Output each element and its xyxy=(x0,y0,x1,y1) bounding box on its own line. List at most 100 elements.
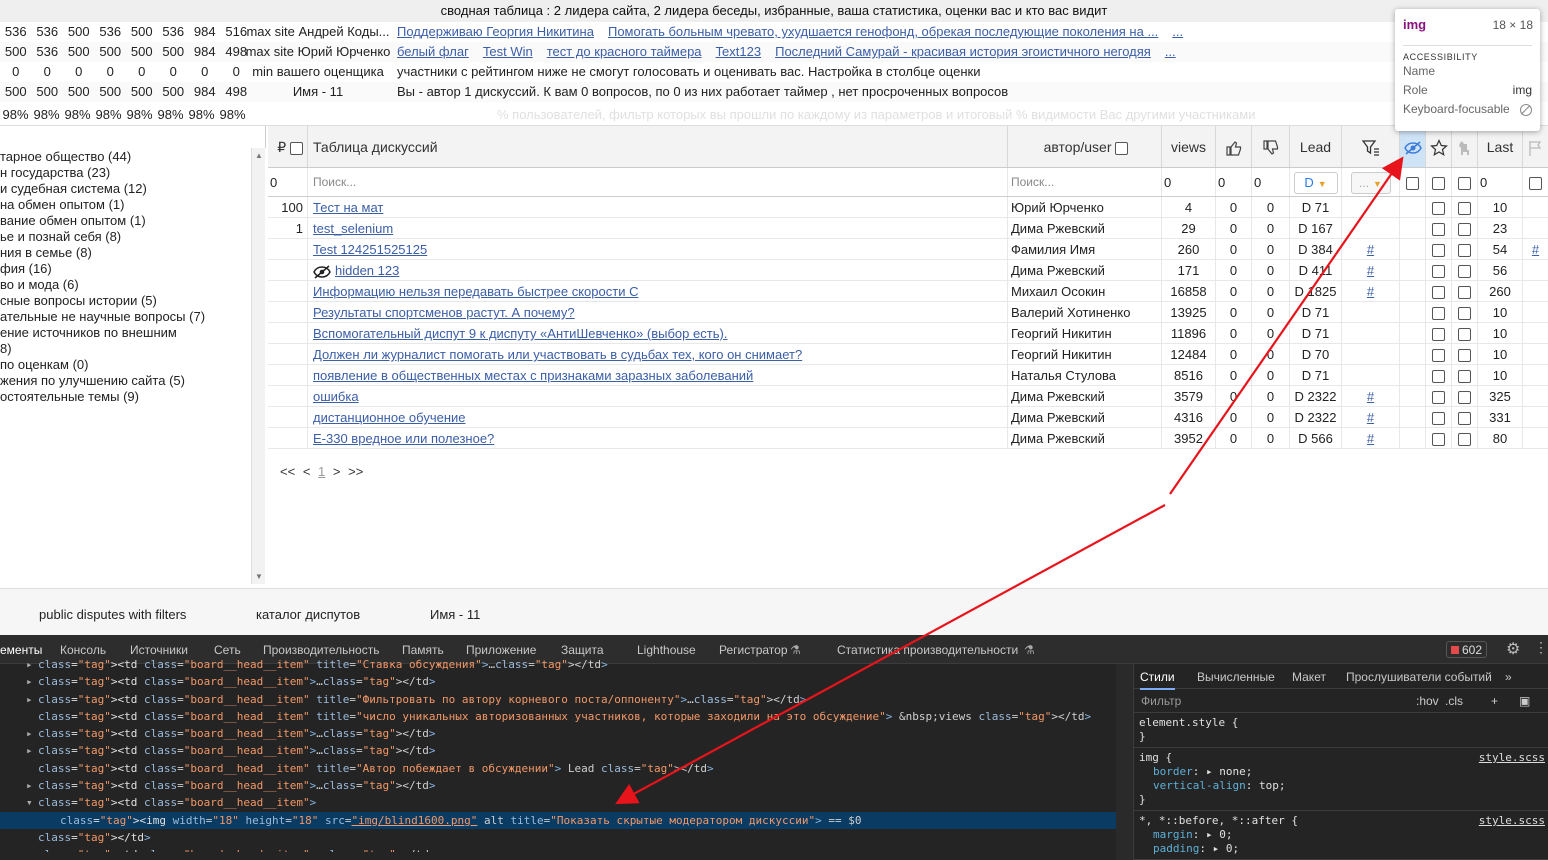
category-item[interactable]: вание обмен опытом (1) xyxy=(0,213,264,229)
current-page-link[interactable]: 1 xyxy=(318,464,325,479)
scroll-down-icon[interactable]: ▼ xyxy=(255,572,263,581)
gear-icon[interactable]: ⚙ xyxy=(1506,639,1520,659)
author-filter-checkbox[interactable] xyxy=(1115,141,1129,155)
lead-filter-select[interactable]: D ▼ xyxy=(1293,172,1338,194)
flag-icon[interactable] xyxy=(1527,139,1545,157)
rating-filter-input[interactable]: 0 xyxy=(268,168,308,196)
paint-icon[interactable]: ▣ xyxy=(1519,689,1530,713)
expand-icon[interactable]: ▸ xyxy=(26,673,33,690)
category-item[interactable]: ье и познай себя (8) xyxy=(0,229,264,245)
like-header[interactable] xyxy=(1216,126,1252,167)
tab-layout[interactable]: Макет xyxy=(1292,670,1326,684)
first-page-link[interactable]: << xyxy=(280,464,295,479)
expand-icon[interactable]: ▸ xyxy=(26,691,33,708)
discussion-link[interactable]: test_selenium xyxy=(313,221,393,236)
discussion-search-input[interactable]: Поиск... xyxy=(308,168,1008,196)
views-filter-input[interactable]: 0 xyxy=(1162,168,1216,196)
category-item[interactable]: на обмен опытом (1) xyxy=(0,197,264,213)
tab-security[interactable]: Защита xyxy=(561,643,604,657)
likes-filter-input[interactable]: 0 xyxy=(1216,168,1252,196)
tab-public-disputes[interactable]: public disputes with filters xyxy=(39,607,186,622)
category-item[interactable]: по оценкам (0) xyxy=(0,357,264,373)
category-item[interactable]: ение источников по внешним xyxy=(0,325,264,341)
tab-performance-insights[interactable]: Статистика производительности xyxy=(837,643,1018,657)
discussion-link[interactable]: дистанционное обучение xyxy=(313,410,466,425)
category-item[interactable]: во и мода (6) xyxy=(0,277,264,293)
dog-row-checkbox[interactable] xyxy=(1458,307,1471,321)
favorite-checkbox[interactable] xyxy=(1432,391,1445,405)
stat-discussion-link[interactable]: тест до красного таймера xyxy=(547,44,702,59)
stat-discussion-link[interactable]: ... xyxy=(1172,24,1183,39)
last-page-link[interactable]: >> xyxy=(348,464,363,479)
category-scrollbar[interactable]: ▲ ▼ xyxy=(251,148,265,584)
issues-badge[interactable]: 602 xyxy=(1446,641,1488,658)
dog-row-checkbox[interactable] xyxy=(1458,391,1471,405)
dog-row-checkbox[interactable] xyxy=(1458,265,1471,279)
prev-page-link[interactable]: < xyxy=(303,464,311,479)
star-icon[interactable] xyxy=(1429,139,1448,157)
tab-network[interactable]: Сеть xyxy=(214,643,241,657)
next-page-link[interactable]: > xyxy=(333,464,341,479)
category-item[interactable]: сные вопросы истории (5) xyxy=(0,293,264,309)
dom-tree-scrollbar[interactable] xyxy=(1116,664,1133,860)
dog-row-checkbox[interactable] xyxy=(1458,244,1471,258)
dom-node-line[interactable]: ▸ class="tag"><td class="board__head__ite… xyxy=(0,742,1116,759)
img-style-rule[interactable]: img { style.scss border: ▸ none; vertica… xyxy=(1134,748,1548,811)
expand-icon[interactable]: ▸ xyxy=(26,777,33,794)
discussion-link[interactable]: Вспомогательный диспут 9 к диспуту «Анти… xyxy=(313,326,727,341)
category-item[interactable]: остоятельные темы (9) xyxy=(0,389,264,405)
scroll-up-icon[interactable]: ▲ xyxy=(255,151,263,160)
dog-row-checkbox[interactable] xyxy=(1458,223,1471,237)
favorite-checkbox[interactable] xyxy=(1432,433,1445,447)
tab-memory[interactable]: Память xyxy=(402,643,444,657)
dom-tree[interactable]: ▸ class="tag"><td class="board__head__ite… xyxy=(0,656,1116,852)
expand-icon[interactable]: ▸ xyxy=(26,846,33,852)
favorite-checkbox[interactable] xyxy=(1432,412,1445,426)
discussion-link[interactable]: Результаты спортсменов растут. А почему? xyxy=(313,305,575,320)
dom-node-line[interactable]: class="tag"><td class="board__head__item… xyxy=(0,708,1116,725)
expand-icon[interactable]: ▸ xyxy=(26,656,33,673)
favorite-checkbox[interactable] xyxy=(1432,370,1445,384)
tab-performance[interactable]: Производительность xyxy=(263,643,379,657)
stat-discussion-link[interactable]: Поддерживаю Георгия Никитина xyxy=(397,24,594,39)
dom-node-line[interactable]: ▸ class="tag"><td class="board__head__ite… xyxy=(0,777,1116,794)
tab-styles[interactable]: Стили xyxy=(1140,670,1175,690)
dog-icon[interactable] xyxy=(1456,139,1474,157)
hash-link[interactable]: # xyxy=(1532,242,1539,257)
flag-checkbox[interactable] xyxy=(1529,177,1542,191)
hash-link[interactable]: # xyxy=(1367,242,1374,257)
tab-elements[interactable]: ементы xyxy=(0,643,42,657)
select-all-checkbox[interactable] xyxy=(290,141,303,155)
expand-icon[interactable]: ▸ xyxy=(26,725,33,742)
flag-header[interactable] xyxy=(1523,126,1548,167)
add-rule-icon[interactable]: + xyxy=(1491,689,1498,713)
tab-lighthouse[interactable]: Lighthouse xyxy=(637,643,696,657)
favorite-checkbox[interactable] xyxy=(1432,244,1445,258)
show-hidden-checkbox[interactable] xyxy=(1406,177,1419,191)
author-search-input[interactable]: Поиск... xyxy=(1008,168,1162,196)
hash-link[interactable]: # xyxy=(1367,410,1374,425)
stat-discussion-link[interactable]: белый флаг xyxy=(397,44,469,59)
category-item[interactable]: жения по улучшению сайта (5) xyxy=(0,373,264,389)
dog-row-checkbox[interactable] xyxy=(1458,349,1471,363)
tab-console[interactable]: Консоль xyxy=(60,643,106,657)
category-item[interactable]: ния в семье (8) xyxy=(0,245,264,261)
discussion-link[interactable]: Тест на мат xyxy=(313,200,383,215)
discussion-link[interactable]: hidden 123 xyxy=(335,263,399,278)
dog-row-checkbox[interactable] xyxy=(1458,370,1471,384)
favorite-checkbox[interactable] xyxy=(1432,349,1445,363)
dom-node-line[interactable]: ▸ class="tag"><td class="board__head__ite… xyxy=(0,846,1116,852)
hov-toggle[interactable]: :hov xyxy=(1416,689,1439,713)
discussion-link[interactable]: Test 124251525125 xyxy=(313,242,427,257)
expand-icon[interactable] xyxy=(48,812,55,829)
category-item[interactable]: тарное общество (44) xyxy=(0,149,264,165)
hash-link[interactable]: # xyxy=(1367,389,1374,404)
last-filter-input[interactable]: 0 xyxy=(1478,168,1523,196)
styles-filter-input[interactable]: Фильтр :hov .cls + ▣ xyxy=(1134,689,1548,713)
favorites-checkbox[interactable] xyxy=(1432,177,1445,191)
category-item[interactable]: фия (16) xyxy=(0,261,264,277)
element-style-rule[interactable]: element.style { } xyxy=(1134,713,1548,748)
dog-row-checkbox[interactable] xyxy=(1458,412,1471,426)
dog-row-checkbox[interactable] xyxy=(1458,286,1471,300)
dom-node-line[interactable]: ▸ class="tag"><td class="board__head__ite… xyxy=(0,691,1116,708)
